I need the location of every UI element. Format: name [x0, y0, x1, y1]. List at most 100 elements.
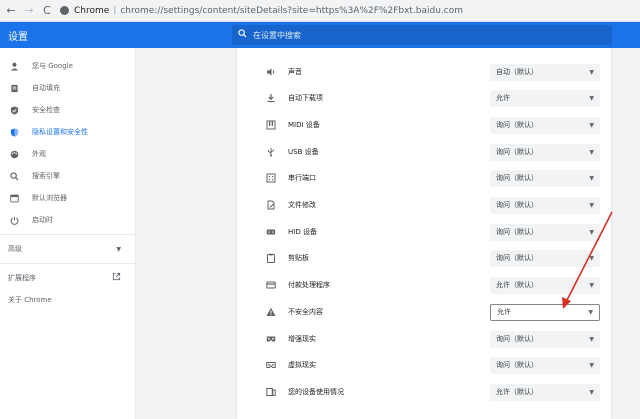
- permission-row-augmented-reality: 增强现实 询问（默认） ▼: [237, 326, 611, 352]
- site-permissions-card: 声音 自动（默认） ▼ 自动下载项 允许 ▼ MIDI 设备 询问（默认） ▼ USB…: [237, 48, 611, 419]
- url-text[interactable]: chrome://settings/content/siteDetails?si…: [120, 6, 463, 16]
- permission-label: MIDI 设备: [288, 121, 320, 129]
- sidebar-item-label: 隐私设置和安全性: [32, 128, 88, 136]
- site-info-icon[interactable]: [60, 6, 69, 15]
- chevron-down-icon: ▼: [589, 228, 594, 236]
- select-value: 允许（默认）: [496, 388, 538, 396]
- permission-select-augmented-reality[interactable]: 询问（默认） ▼: [490, 330, 600, 348]
- reload-button[interactable]: C: [40, 4, 54, 18]
- sidebar-item-safety-check[interactable]: 安全检查: [0, 99, 135, 121]
- permission-row-midi: MIDI 设备 询问（默认） ▼: [237, 112, 611, 138]
- permission-select-payment-handlers[interactable]: 允许（默认） ▼: [490, 276, 600, 294]
- chevron-down-icon: ▼: [589, 148, 594, 156]
- select-value: 自动（默认）: [496, 68, 538, 76]
- permission-label: 串行端口: [288, 174, 316, 182]
- select-value: 询问（默认）: [496, 228, 538, 236]
- sidebar-item-on-startup[interactable]: 启动时: [0, 209, 135, 231]
- permission-select-usb[interactable]: 询问（默认） ▼: [490, 143, 600, 161]
- sidebar-advanced-toggle[interactable]: 高级 ▼: [0, 238, 135, 260]
- sidebar-item-label: 默认浏览器: [32, 194, 67, 202]
- sidebar-item-you-and-google[interactable]: 您与 Google: [0, 55, 135, 77]
- permission-row-payment-handlers: 付款处理程序 允许（默认） ▼: [237, 272, 611, 298]
- address-bar[interactable]: Chrome | chrome://settings/content/siteD…: [60, 3, 463, 19]
- device-usage-icon: [265, 386, 277, 398]
- palette-icon: [8, 148, 20, 160]
- page-title: 设置: [8, 31, 28, 43]
- sidebar-item-about[interactable]: 关于 Chrome: [0, 289, 135, 311]
- chevron-down-icon: ▼: [589, 121, 594, 129]
- select-value: 询问（默认）: [496, 361, 538, 369]
- permission-label: HID 设备: [288, 228, 317, 236]
- vr-icon: [265, 359, 277, 371]
- sidebar-item-privacy[interactable]: 隐私设置和安全性: [0, 121, 135, 143]
- usb-icon: [265, 146, 277, 158]
- select-value: 询问（默认）: [496, 201, 538, 209]
- forward-button[interactable]: →: [22, 4, 36, 18]
- midi-icon: [265, 119, 277, 131]
- sidebar-item-search-engine[interactable]: 搜索引擎: [0, 165, 135, 187]
- permission-label: 虚拟现实: [288, 361, 316, 369]
- privacy-shield-icon: [8, 126, 20, 138]
- autofill-icon: [8, 82, 20, 94]
- browser-icon: [8, 192, 20, 204]
- sidebar-item-label: 自动填充: [32, 84, 60, 92]
- permission-select-automatic-downloads[interactable]: 允许 ▼: [490, 89, 600, 107]
- sidebar-extensions-label: 扩展程序: [8, 274, 36, 282]
- permission-row-file-editing: 文件修改 询问（默认） ▼: [237, 192, 611, 218]
- search-placeholder: 在设置中搜索: [253, 30, 301, 40]
- permission-label: USB 设备: [288, 148, 319, 156]
- permission-row-insecure-content: 不安全内容 允许 ▼: [237, 299, 611, 325]
- chevron-down-icon: ▼: [589, 68, 594, 76]
- sidebar-item-label: 您与 Google: [32, 62, 73, 70]
- permission-select-sound[interactable]: 自动（默认） ▼: [490, 63, 600, 81]
- sidebar-divider: [0, 234, 135, 235]
- sidebar-item-appearance[interactable]: 外观: [0, 143, 135, 165]
- permission-select-file-editing[interactable]: 询问（默认） ▼: [490, 196, 600, 214]
- select-value: 询问（默认）: [496, 121, 538, 129]
- open-in-new-icon: [112, 272, 121, 284]
- url-host: Chrome: [74, 5, 110, 16]
- permission-label: 声音: [288, 68, 302, 76]
- chevron-down-icon: ▼: [589, 174, 594, 182]
- sidebar-item-label: 启动时: [32, 216, 53, 224]
- reload-icon: C: [43, 4, 51, 17]
- chevron-down-icon: ▼: [589, 361, 594, 369]
- permission-label: 剪贴板: [288, 254, 309, 262]
- permission-select-device-usage[interactable]: 允许（默认） ▼: [490, 383, 600, 401]
- sidebar-item-autofill[interactable]: 自动填充: [0, 77, 135, 99]
- sidebar-item-default-browser[interactable]: 默认浏览器: [0, 187, 135, 209]
- payment-icon: [265, 279, 277, 291]
- permission-row-serial-ports: 串行端口 询问（默认） ▼: [237, 165, 611, 191]
- permission-select-virtual-reality[interactable]: 询问（默认） ▼: [490, 356, 600, 374]
- sidebar-item-label: 搜索引擎: [32, 172, 60, 180]
- permission-select-hid[interactable]: 询问（默认） ▼: [490, 223, 600, 241]
- clipboard-icon: [265, 252, 277, 264]
- sidebar-divider: [0, 263, 135, 264]
- permission-select-clipboard[interactable]: 询问（默认） ▼: [490, 249, 600, 267]
- permission-label: 付款处理程序: [288, 281, 330, 289]
- hid-icon: [265, 226, 277, 238]
- sidebar: 您与 Google 自动填充 安全检查 隐私设置和安全性 外观 搜索引擎 默认浏…: [0, 48, 136, 419]
- shield-icon: [8, 104, 20, 116]
- chevron-down-icon: ▼: [589, 94, 594, 102]
- permission-label: 文件修改: [288, 201, 316, 209]
- back-arrow-icon: ←: [6, 4, 16, 17]
- permission-select-midi[interactable]: 询问（默认） ▼: [490, 116, 600, 134]
- permission-row-sound: 声音 自动（默认） ▼: [237, 59, 611, 85]
- sidebar-item-extensions[interactable]: 扩展程序: [0, 267, 135, 289]
- permission-row-automatic-downloads: 自动下载项 允许 ▼: [237, 85, 611, 111]
- permission-select-serial-ports[interactable]: 询问（默认） ▼: [490, 169, 600, 187]
- chevron-down-icon: ▼: [588, 308, 593, 316]
- chevron-down-icon: ▼: [589, 254, 594, 262]
- permission-label: 不安全内容: [288, 308, 323, 316]
- warning-icon: [265, 306, 277, 318]
- permission-row-usb: USB 设备 询问（默认） ▼: [237, 139, 611, 165]
- sidebar-advanced-label: 高级: [8, 245, 22, 253]
- permission-select-insecure-content[interactable]: 允许 ▼: [490, 303, 600, 321]
- forward-arrow-icon: →: [24, 4, 34, 17]
- search-input[interactable]: 在设置中搜索: [232, 25, 612, 45]
- back-button[interactable]: ←: [4, 4, 18, 18]
- chevron-down-icon: ▼: [589, 201, 594, 209]
- settings-header: 设置 在设置中搜索: [0, 22, 640, 48]
- search-icon: [238, 29, 247, 41]
